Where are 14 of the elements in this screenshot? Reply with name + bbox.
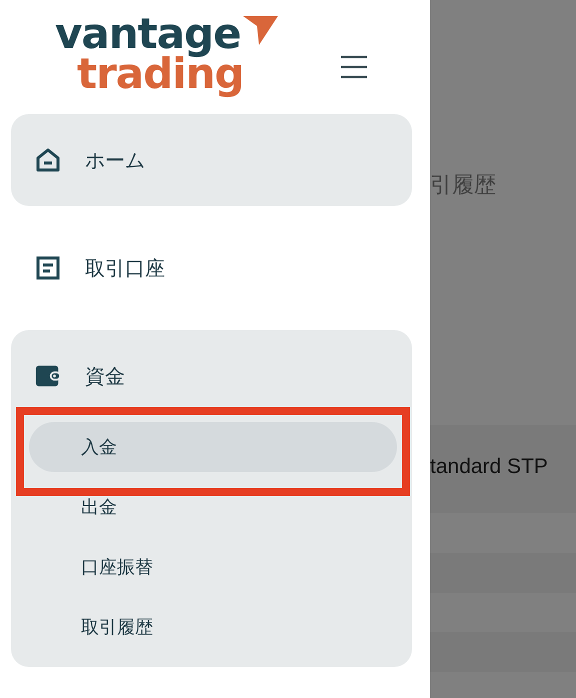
submenu-item[interactable]: 入金 <box>29 422 397 472</box>
menu-icon[interactable] <box>340 54 368 80</box>
menu-item[interactable]: 資金 <box>11 330 412 422</box>
submenu-item[interactable]: 出金 <box>29 482 397 532</box>
wallet-icon <box>35 364 61 388</box>
home-icon <box>35 147 61 173</box>
account-type-text: tandard STP <box>430 455 548 479</box>
document-icon <box>35 255 61 281</box>
submenu-item[interactable]: 取引履歴 <box>29 602 397 652</box>
menu-item[interactable]: 取引口座 <box>11 222 412 314</box>
submenu-item[interactable]: 口座振替 <box>29 542 397 592</box>
page-heading: 引履歴 <box>430 172 496 200</box>
logo-triangle-icon <box>243 14 279 46</box>
menu-item[interactable]: ホーム <box>11 114 412 206</box>
